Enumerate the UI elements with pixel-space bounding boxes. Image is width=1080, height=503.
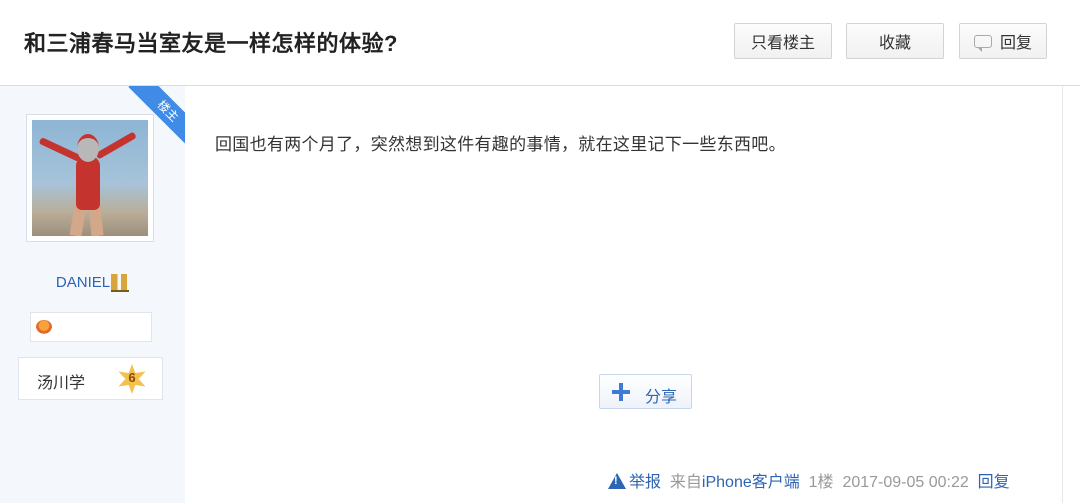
plus-icon xyxy=(612,383,630,401)
only-op-label: 只看楼主 xyxy=(750,35,815,52)
floor-number: 1楼 xyxy=(808,474,834,491)
reply-button[interactable]: 回复 xyxy=(959,23,1047,59)
footer-reply-link[interactable]: 回复 xyxy=(978,474,1010,491)
post-datetime: 2017-09-05 00:22 xyxy=(842,474,969,491)
username-text: DANIEL xyxy=(55,274,111,291)
share-label: 分享 xyxy=(645,389,678,406)
avatar-figure-body xyxy=(76,156,100,210)
warning-icon xyxy=(608,473,626,489)
forum-level-badge[interactable]: 汤川学 6 xyxy=(18,357,163,400)
favorite-label: 收藏 xyxy=(878,35,911,52)
vip-icon xyxy=(111,274,130,292)
thread-title: 和三浦春马当室友是一样怎样的体验? xyxy=(24,31,398,56)
avatar-figure-arm xyxy=(38,137,82,162)
level-number: 6 xyxy=(128,370,136,385)
badge-icon[interactable] xyxy=(36,320,52,334)
avatar-figure-leg xyxy=(88,205,104,236)
comment-icon xyxy=(973,34,992,52)
thread-header: 和三浦春马当室友是一样怎样的体验? 只看楼主 收藏 回复 xyxy=(0,0,1080,86)
source-prefix: 来自 xyxy=(669,474,702,491)
avatar-figure-head xyxy=(77,134,99,162)
divider xyxy=(1062,86,1063,503)
share-button[interactable]: 分享 xyxy=(599,374,692,409)
op-ribbon-label: 楼主 xyxy=(128,86,185,150)
report-label: 举报 xyxy=(629,474,662,491)
favorite-button[interactable]: 收藏 xyxy=(846,23,944,59)
only-op-button[interactable]: 只看楼主 xyxy=(734,23,832,59)
post-content: 回国也有两个月了，突然想到这件有趣的事情，就在这里记下一些东西吧。 xyxy=(215,135,786,154)
user-badge-box xyxy=(30,312,152,342)
reply-label: 回复 xyxy=(999,35,1032,52)
username[interactable]: DANIEL xyxy=(0,274,185,292)
client-link[interactable]: iPhone客户端 xyxy=(702,474,800,491)
forum-name: 汤川学 xyxy=(37,375,86,392)
op-ribbon: 楼主 xyxy=(121,86,185,150)
report-link[interactable]: 举报 xyxy=(608,473,662,491)
post-footer: 举报 来自iPhone客户端 1楼 2017-09-05 00:22 回复 xyxy=(608,468,1010,492)
author-sidebar: 楼主 DANIEL 汤川学 6 xyxy=(0,86,185,503)
